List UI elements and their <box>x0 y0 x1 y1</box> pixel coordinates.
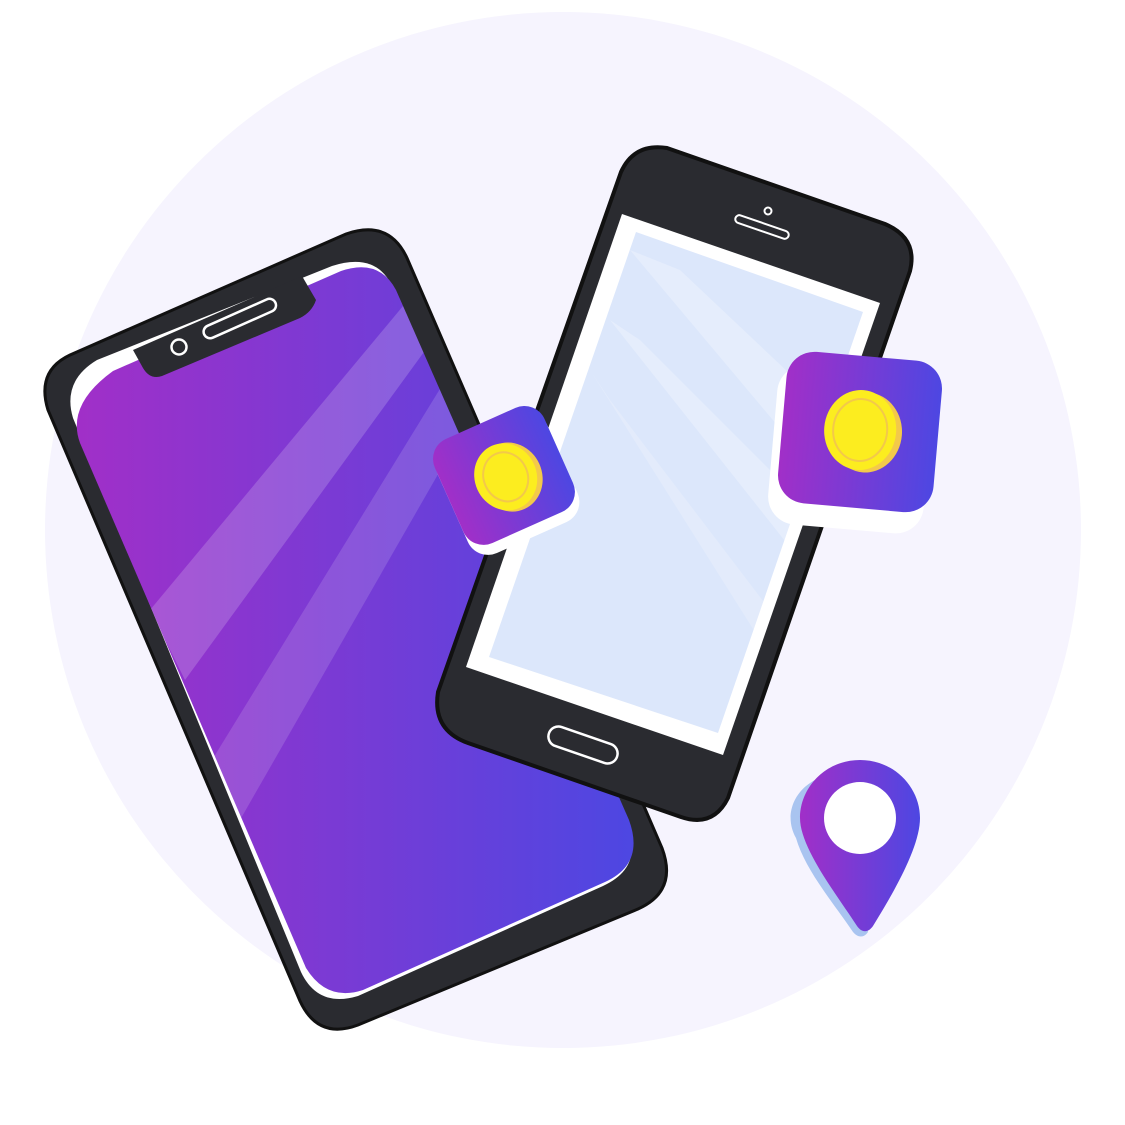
coin-app-icon-large <box>768 351 942 534</box>
illustration <box>0 0 1125 1125</box>
